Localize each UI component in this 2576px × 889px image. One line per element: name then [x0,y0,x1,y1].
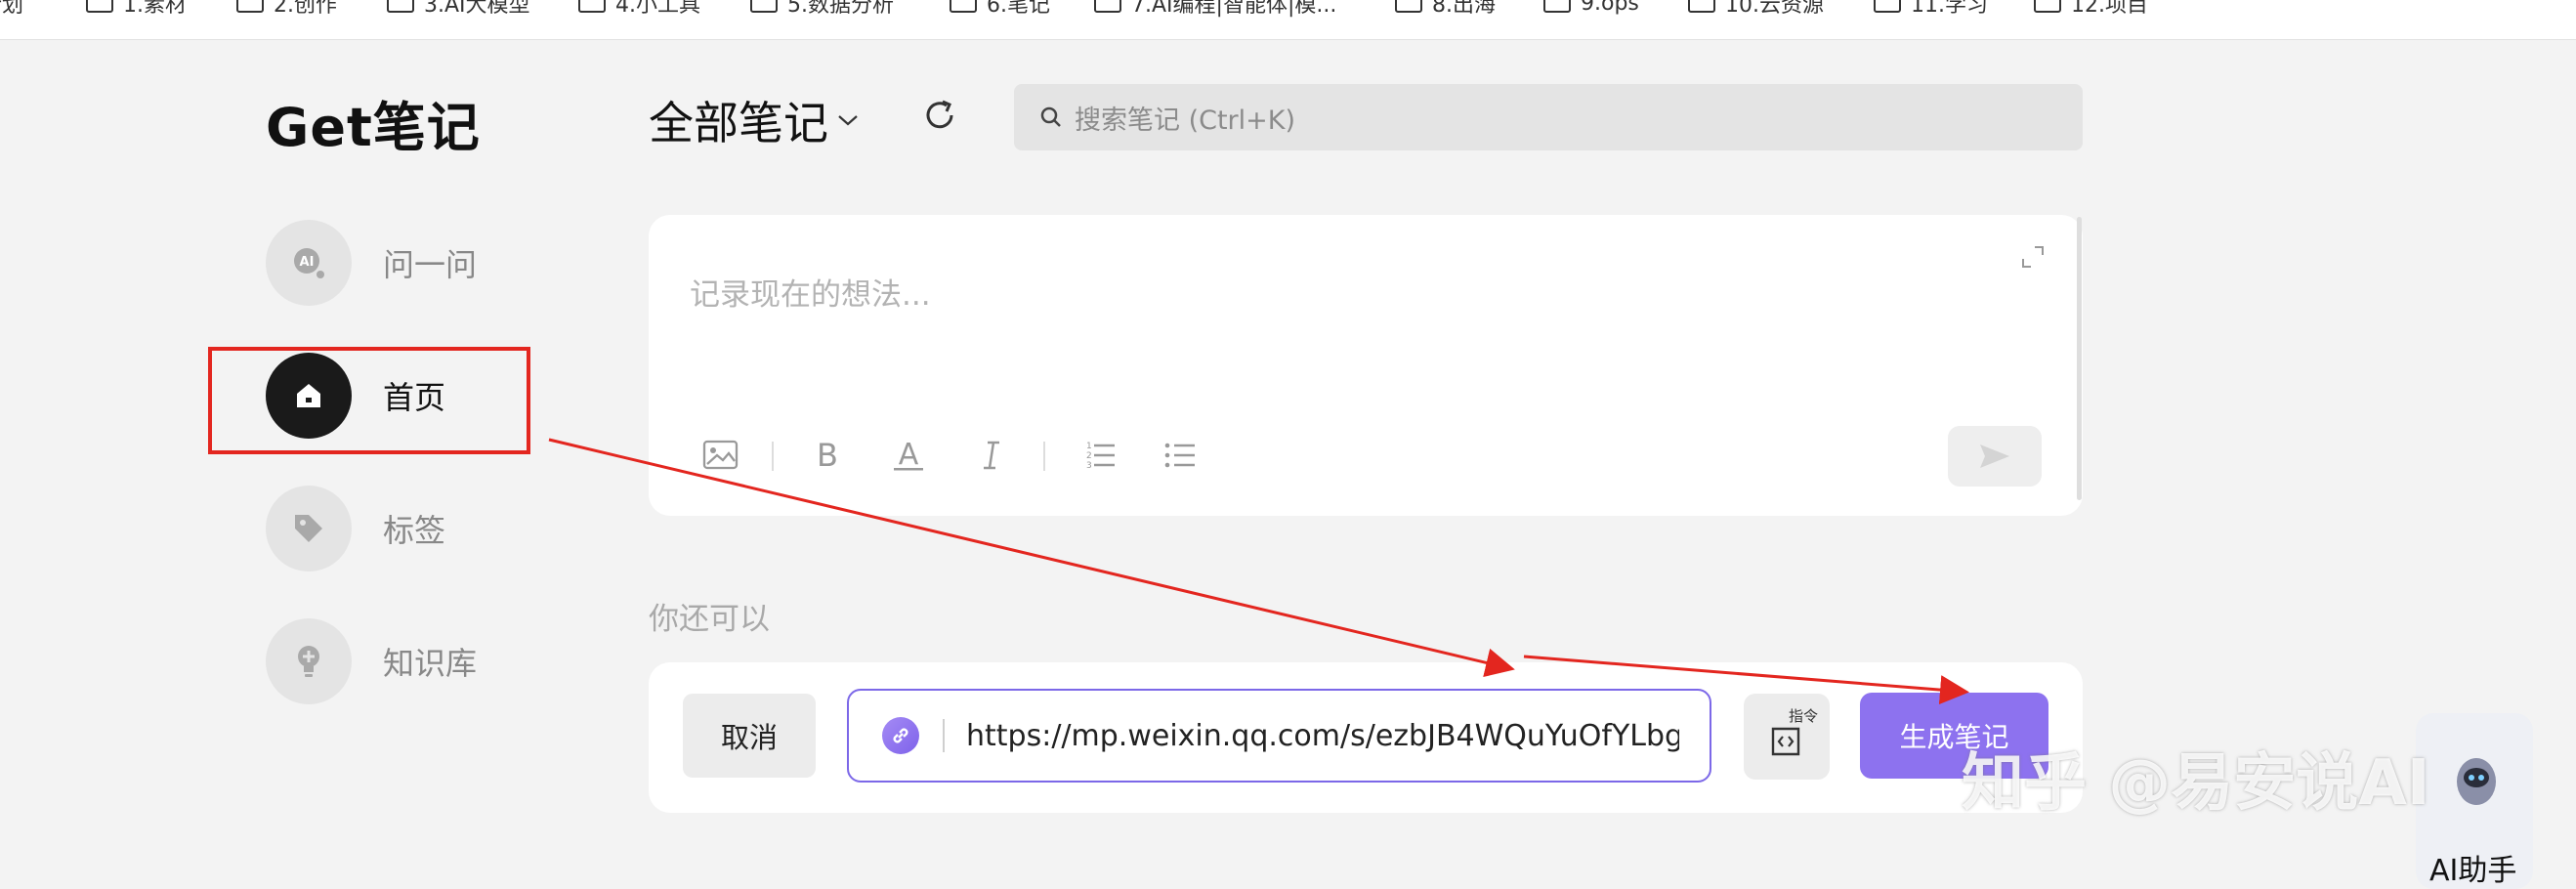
toolbar-divider [772,442,774,471]
editor-scrollbar[interactable] [2077,217,2082,500]
folder-icon [387,0,414,13]
bookmark-item[interactable]: 10.云资源 [1688,0,1824,18]
bookmark-item[interactable]: 2.创作 [236,0,337,18]
robot-avatar-icon [2457,758,2496,805]
bookmark-label: 4.小工具 [615,0,700,18]
folder-icon [1395,0,1422,13]
bookmark-label: 6.笔记 [987,0,1050,18]
editor-placeholder: 记录现在的想法... [690,277,931,313]
svg-text:1: 1 [1086,442,1092,451]
sidebar-item-tags[interactable]: 标签 [266,486,445,572]
bookmark-label: 计划 [0,0,24,18]
bookmark-label: 10.云资源 [1725,0,1824,18]
input-divider [943,719,945,752]
bookmark-item[interactable]: 11.学习 [1874,0,1988,18]
bookmark-item[interactable]: 7.AI编程|智能体|模... [1094,0,1336,18]
bookmark-item[interactable]: 12.项目 [2034,0,2148,18]
chevron-down-icon [838,115,858,126]
sidebar-item-label: 问一问 [383,246,478,283]
send-button[interactable] [1948,426,2042,487]
sidebar-item-label: 标签 [383,512,446,549]
command-label: 指令 [1789,707,1819,725]
bookmarks-bar: 计划 1.素材 2.创作 3.AI大模型 4.小工具 5.数据分析 6.笔记 7… [0,0,2576,40]
bookmark-item[interactable]: 4.小工具 [578,0,700,18]
folder-icon [1688,0,1715,13]
ordered-list-icon[interactable]: 1 2 3 [1082,438,1118,473]
bookmark-item[interactable]: 9.ops [1543,0,1639,18]
svg-text:B: B [817,438,838,473]
folder-icon [86,0,113,13]
bold-icon[interactable]: B [813,438,842,473]
folder-icon [1094,0,1121,13]
bookmark-label: 3.AI大模型 [424,0,530,18]
lightbulb-icon [266,618,352,704]
bookmark-label: 7.AI编程|智能体|模... [1131,0,1337,18]
search-input[interactable]: 搜索笔记 (Ctrl+K) [1014,84,2083,150]
watermark: 知乎 @易安说AI [1962,747,2430,820]
notes-filter-dropdown[interactable]: 全部笔记 [649,88,860,152]
url-input[interactable]: https://mp.weixin.qq.com/s/ezbJB4WQuYuOf… [847,689,1711,783]
bookmark-label: 1.素材 [123,0,187,18]
italic-icon[interactable] [977,438,1006,473]
bookmark-label: 12.项目 [2071,0,2148,18]
cancel-button[interactable]: 取消 [683,694,816,778]
code-book-icon [1771,727,1800,756]
sidebar-item-label: 知识库 [383,645,478,682]
bookmark-item[interactable]: 3.AI大模型 [387,0,530,18]
app-logo[interactable]: Get笔记 [266,84,481,161]
expand-icon[interactable] [2020,244,2046,270]
folder-icon [2034,0,2061,13]
command-button[interactable]: 指令 [1744,694,1830,780]
svg-text:3: 3 [1086,461,1092,471]
svg-text:AI: AI [300,255,315,270]
search-placeholder: 搜索笔记 (Ctrl+K) [1075,105,1296,136]
note-editor[interactable]: 记录现在的想法... [649,215,2083,516]
folder-icon [750,0,778,13]
font-color-icon[interactable]: A [891,438,926,473]
bookmark-label: 2.创作 [274,0,337,18]
send-icon [1980,444,2009,468]
bookmark-item[interactable]: 1.素材 [86,0,187,18]
search-icon [1040,106,1061,127]
folder-icon [1543,0,1571,13]
bullet-list-icon[interactable] [1162,438,1198,473]
image-icon[interactable] [701,438,740,473]
page-title: 全部笔记 [649,97,828,149]
refresh-icon[interactable] [920,96,959,135]
annotation-highlight-box [208,347,530,454]
sidebar-item-knowledge[interactable]: 知识库 [266,618,477,704]
bookmark-label: 5.数据分析 [787,0,894,18]
bookmark-item[interactable]: 5.数据分析 [750,0,894,18]
folder-icon [950,0,977,13]
section-hint: 你还可以 [649,602,770,637]
bookmark-item[interactable]: 计划 [0,0,23,18]
svg-text:2: 2 [1086,451,1092,461]
tag-icon [266,486,352,572]
bookmark-item[interactable]: 6.笔记 [950,0,1050,18]
bookmark-label: 9.ops [1581,0,1639,16]
link-icon [882,717,919,754]
bookmark-item[interactable]: 8.出海 [1395,0,1496,18]
url-value: https://mp.weixin.qq.com/s/ezbJB4WQuYuOf… [966,718,1679,753]
bookmark-label: 8.出海 [1432,0,1496,18]
svg-text:A: A [899,438,919,472]
ai-assistant-float[interactable]: AI助手 [2416,713,2533,889]
bookmark-label: 11.学习 [1911,0,1988,18]
toolbar-divider [1043,442,1045,471]
folder-icon [1874,0,1901,13]
folder-icon [236,0,264,13]
ai-assistant-label: AI助手 [2429,854,2517,888]
sidebar-item-ask[interactable]: AI 问一问 [266,220,477,306]
ai-icon: AI [266,220,352,306]
folder-icon [578,0,606,13]
